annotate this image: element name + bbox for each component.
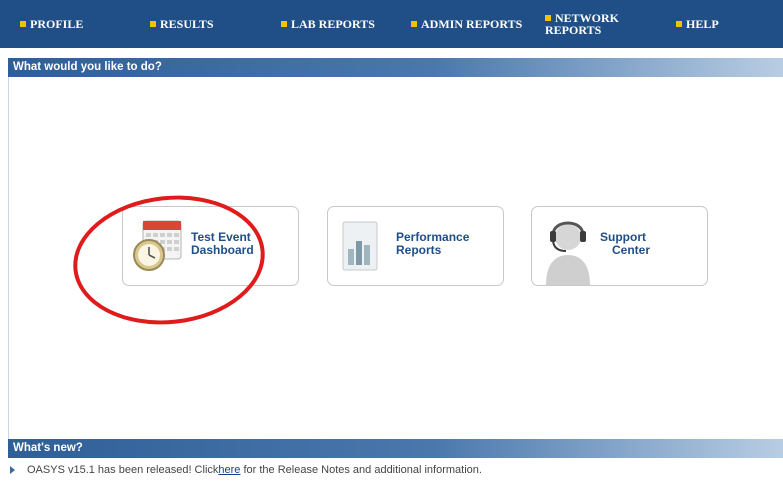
- bullet-icon: [150, 21, 156, 27]
- main-section-heading: What would you like to do?: [8, 58, 783, 77]
- release-notes-link[interactable]: here: [218, 464, 240, 476]
- news-item: OASYS v15.1 has been released! Click her…: [10, 464, 482, 476]
- top-nav: PROFILE RESULTS LAB REPORTS ADMIN REPORT…: [0, 0, 783, 48]
- nav-network-reports[interactable]: NETWORK REPORTS: [545, 0, 619, 48]
- nav-results[interactable]: RESULTS: [150, 0, 214, 48]
- nav-help-label: HELP: [686, 17, 719, 31]
- whats-new-heading: What's new?: [8, 439, 783, 458]
- bullet-icon: [545, 15, 551, 21]
- triangle-bullet-icon: [10, 466, 15, 474]
- bullet-icon: [20, 21, 26, 27]
- news-text-before: OASYS v15.1 has been released! Click: [27, 464, 219, 476]
- nav-profile[interactable]: PROFILE: [20, 0, 83, 48]
- nav-lab-reports[interactable]: LAB REPORTS: [281, 0, 375, 48]
- calendar-clock-icon: [133, 220, 182, 271]
- card-title-line2: Dashboard: [191, 243, 254, 257]
- nav-network-reports-line2: REPORTS: [545, 23, 602, 37]
- nav-lab-reports-label: LAB REPORTS: [291, 17, 375, 31]
- nav-profile-label: PROFILE: [30, 17, 84, 31]
- card-title-line2: Center: [612, 243, 651, 257]
- bullet-icon: [676, 21, 682, 27]
- nav-admin-reports[interactable]: ADMIN REPORTS: [411, 0, 522, 48]
- nav-admin-reports-label: ADMIN REPORTS: [421, 17, 523, 31]
- bullet-icon: [281, 21, 287, 27]
- headset-person-icon: [546, 221, 590, 285]
- bar-chart-document-icon: [342, 221, 378, 271]
- support-center-card[interactable]: Support Center: [531, 206, 708, 286]
- test-event-dashboard-card[interactable]: Test Event Dashboard: [122, 206, 299, 286]
- news-text-after: for the Release Notes and additional inf…: [240, 464, 482, 476]
- performance-reports-card[interactable]: Performance Reports: [327, 206, 504, 286]
- nav-help[interactable]: HELP: [676, 0, 719, 48]
- card-title-line2: Reports: [396, 243, 442, 257]
- bullet-icon: [411, 21, 417, 27]
- nav-results-label: RESULTS: [160, 17, 214, 31]
